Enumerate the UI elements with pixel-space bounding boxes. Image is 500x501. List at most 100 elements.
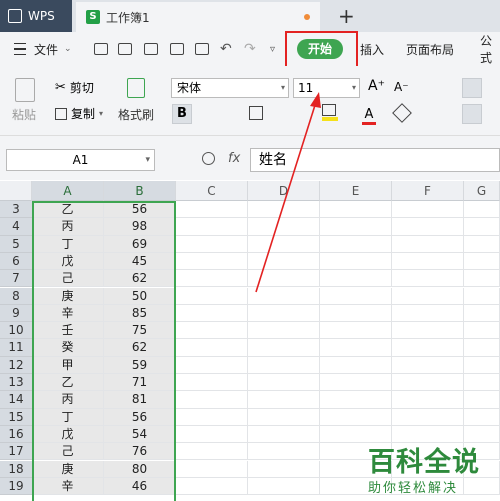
row-header[interactable]: 6 xyxy=(0,252,32,271)
menu-formula[interactable]: 公式 xyxy=(480,32,500,66)
paste-button[interactable]: 粘贴 xyxy=(10,76,40,128)
row-header[interactable]: 5 xyxy=(0,235,32,253)
save-button[interactable] xyxy=(118,32,132,66)
copy-button[interactable]: 复制 ▾ xyxy=(55,105,103,122)
cell-empty[interactable] xyxy=(176,391,248,409)
cell-empty[interactable] xyxy=(320,408,392,426)
align-top-button[interactable] xyxy=(438,78,458,98)
row-header[interactable]: 7 xyxy=(0,270,32,288)
cell-empty[interactable] xyxy=(248,460,320,478)
fill-color-button[interactable] xyxy=(322,104,340,122)
cell-empty[interactable] xyxy=(392,201,464,219)
cell-empty[interactable] xyxy=(392,235,464,253)
print-preview-button[interactable] xyxy=(195,32,209,66)
name-box[interactable]: A1 ▾ xyxy=(6,149,155,171)
cell-score[interactable]: 45 xyxy=(104,252,176,271)
cell-empty[interactable] xyxy=(248,356,320,374)
cell-empty[interactable] xyxy=(464,356,500,374)
column-header-f[interactable]: F xyxy=(392,181,464,201)
cell-empty[interactable] xyxy=(248,391,320,409)
cell-empty[interactable] xyxy=(464,304,500,323)
tab-wps-home[interactable]: WPS xyxy=(0,0,72,32)
cell-empty[interactable] xyxy=(176,460,248,478)
cell-name[interactable]: 壬 xyxy=(32,322,104,340)
column-header-c[interactable]: C xyxy=(176,181,248,201)
row-header[interactable]: 15 xyxy=(0,408,32,426)
cell-empty[interactable] xyxy=(248,270,320,288)
border-button[interactable] xyxy=(249,106,263,120)
cell-empty[interactable] xyxy=(392,391,464,409)
menu-file[interactable]: 文件 ⌄ xyxy=(34,32,72,66)
column-header-b[interactable]: B xyxy=(104,181,176,201)
row-header[interactable]: 14 xyxy=(0,391,32,409)
column-header-d[interactable]: D xyxy=(248,181,320,201)
cell-empty[interactable] xyxy=(392,304,464,323)
cell-empty[interactable] xyxy=(176,356,248,374)
row-header[interactable]: 3 xyxy=(0,201,32,219)
cell-empty[interactable] xyxy=(176,443,248,461)
cell-score[interactable]: 56 xyxy=(104,201,176,219)
cell-empty[interactable] xyxy=(176,408,248,426)
redo-button[interactable]: ↷ xyxy=(244,32,256,66)
cell-score[interactable]: 50 xyxy=(104,287,176,305)
hamburger-menu-icon[interactable] xyxy=(12,32,28,66)
cell-empty[interactable] xyxy=(464,252,500,271)
cell-empty[interactable] xyxy=(248,252,320,271)
row-header[interactable]: 13 xyxy=(0,374,32,392)
undo-button[interactable]: ↶ xyxy=(220,32,232,66)
row-header[interactable]: 18 xyxy=(0,460,32,478)
cell-empty[interactable] xyxy=(320,374,392,392)
cell-empty[interactable] xyxy=(176,322,248,340)
bold-button[interactable]: B xyxy=(172,104,192,124)
cell-empty[interactable] xyxy=(392,252,464,271)
cell-empty[interactable] xyxy=(176,425,248,444)
cell-name[interactable]: 甲 xyxy=(32,356,104,374)
new-tab-button[interactable]: + xyxy=(338,4,355,28)
align-left-button[interactable] xyxy=(438,104,458,124)
cell-empty[interactable] xyxy=(248,201,320,219)
cell-name[interactable]: 庚 xyxy=(32,460,104,478)
cell-empty[interactable] xyxy=(392,356,464,374)
row-header[interactable]: 17 xyxy=(0,443,32,461)
cell-score[interactable]: 62 xyxy=(104,339,176,357)
menu-insert[interactable]: 插入 xyxy=(360,32,384,66)
row-header[interactable]: 12 xyxy=(0,356,32,374)
zoom-lookup-icon[interactable] xyxy=(202,152,215,165)
cell-empty[interactable] xyxy=(176,374,248,392)
cell-empty[interactable] xyxy=(320,322,392,340)
cell-name[interactable]: 己 xyxy=(32,443,104,461)
quick-access-dropdown[interactable]: ▿ xyxy=(270,32,275,66)
font-name-select[interactable]: 宋体 ▾ xyxy=(171,78,289,98)
cell-empty[interactable] xyxy=(248,443,320,461)
cell-empty[interactable] xyxy=(320,252,392,271)
cell-score[interactable]: 80 xyxy=(104,460,176,478)
cell-score[interactable]: 85 xyxy=(104,304,176,323)
cell-name[interactable]: 戊 xyxy=(32,252,104,271)
cell-empty[interactable] xyxy=(392,322,464,340)
cell-empty[interactable] xyxy=(176,218,248,236)
cell-empty[interactable] xyxy=(176,477,248,496)
cell-score[interactable]: 75 xyxy=(104,322,176,340)
cell-empty[interactable] xyxy=(248,304,320,323)
cell-empty[interactable] xyxy=(320,356,392,374)
print-button[interactable] xyxy=(170,32,184,66)
select-all-corner[interactable] xyxy=(0,181,32,201)
grow-font-button[interactable]: A⁺ xyxy=(368,78,385,94)
cell-empty[interactable] xyxy=(320,218,392,236)
column-header-a[interactable]: A xyxy=(32,181,104,201)
cell-empty[interactable] xyxy=(392,374,464,392)
cell-name[interactable]: 丙 xyxy=(32,218,104,236)
cell-empty[interactable] xyxy=(248,287,320,305)
cell-score[interactable]: 56 xyxy=(104,408,176,426)
align-center-button[interactable] xyxy=(462,104,482,124)
cell-name[interactable]: 戊 xyxy=(32,425,104,444)
cell-empty[interactable] xyxy=(392,270,464,288)
cell-empty[interactable] xyxy=(464,339,500,357)
cell-name[interactable]: 丙 xyxy=(32,391,104,409)
cell-name[interactable]: 乙 xyxy=(32,201,104,219)
cell-score[interactable]: 59 xyxy=(104,356,176,374)
cell-empty[interactable] xyxy=(464,374,500,392)
export-pdf-button[interactable] xyxy=(144,32,158,66)
cell-score[interactable]: 46 xyxy=(104,477,176,496)
cell-name[interactable]: 丁 xyxy=(32,408,104,426)
